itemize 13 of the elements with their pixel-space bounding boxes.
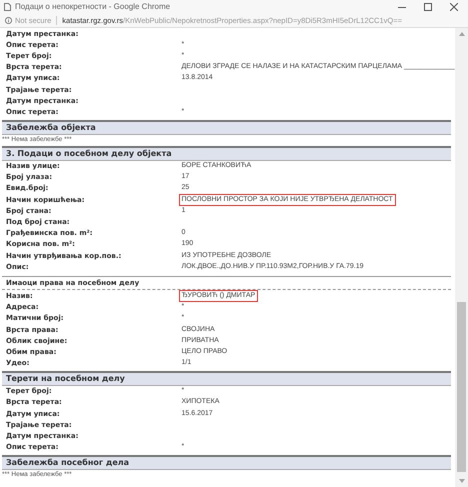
section-header: Забележба посебног дела [2,454,451,470]
section-header: Терети на посебном делу [2,370,451,386]
scroll-up-icon[interactable] [458,32,464,36]
scroll-down-icon[interactable] [458,479,464,483]
section-header: 3. Подаци о посебном делу објекта [2,146,451,160]
window-title: Подаци о непокретности - Google Chrome [15,2,172,11]
section-header: Забележба објекта [2,120,451,134]
close-icon[interactable] [450,2,458,10]
info-icon[interactable] [5,16,12,24]
maximize-icon[interactable] [424,2,432,10]
page-icon [4,2,11,10]
scrollbar-thumb[interactable] [457,302,466,472]
scrollbar[interactable] [455,28,468,487]
